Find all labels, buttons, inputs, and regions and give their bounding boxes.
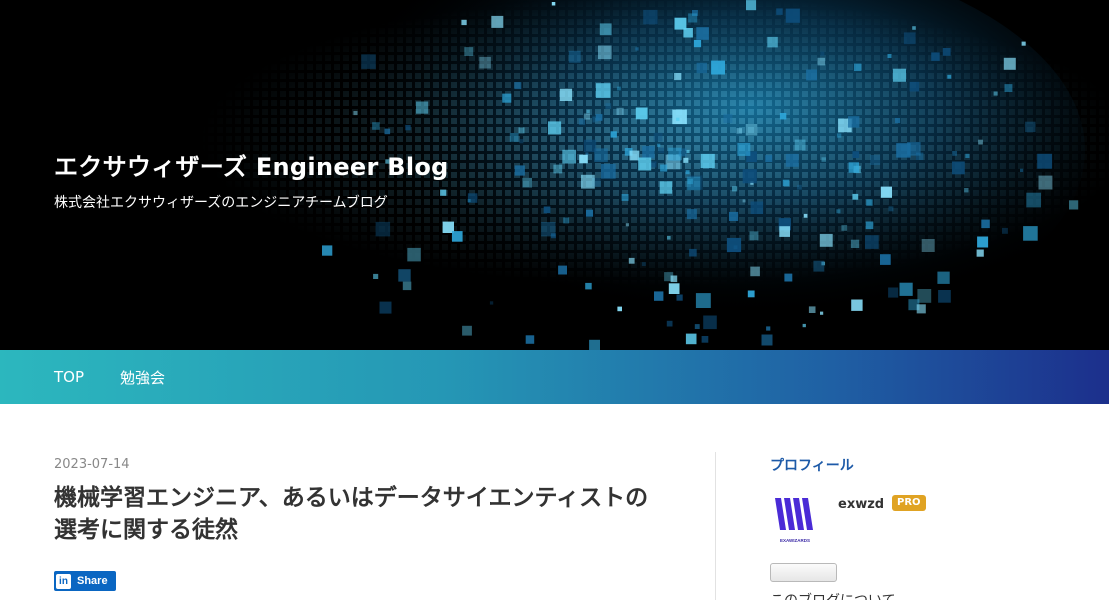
column-divider xyxy=(715,452,716,600)
username-link[interactable]: exwzd xyxy=(838,497,884,512)
profile-heading: プロフィール xyxy=(770,458,854,474)
blog-description: 株式会社エクサウィザーズのエンジニアチームブログ xyxy=(54,195,388,211)
blog-header: エクサウィザーズ Engineer Blog 株式会社エクサウィザーズのエンジニ… xyxy=(0,0,1109,350)
global-nav: TOP 勉強会 xyxy=(0,350,1109,404)
blog-title[interactable]: エクサウィザーズ Engineer Blog xyxy=(54,147,449,182)
linkedin-share-button[interactable]: in Share xyxy=(54,571,116,591)
avatar[interactable]: EXAWIZARDS xyxy=(770,492,820,544)
follow-button[interactable] xyxy=(770,563,837,582)
pro-badge: PRO xyxy=(892,495,926,511)
main-content: 2023-07-14 機械学習エンジニア、あるいはデータサイエンティストの選考に… xyxy=(0,404,1109,600)
about-blog-link[interactable]: このブログについて xyxy=(770,590,896,600)
nav-item-study-session[interactable]: 勉強会 xyxy=(120,367,165,388)
nav-item-top[interactable]: TOP xyxy=(54,368,84,386)
avatar-caption: EXAWIZARDS xyxy=(780,538,810,543)
post-date[interactable]: 2023-07-14 xyxy=(54,457,130,472)
share-label: Share xyxy=(77,575,108,587)
post-title[interactable]: 機械学習エンジニア、あるいはデータサイエンティストの選考に関する徒然 xyxy=(54,482,664,546)
linkedin-icon: in xyxy=(56,573,71,589)
